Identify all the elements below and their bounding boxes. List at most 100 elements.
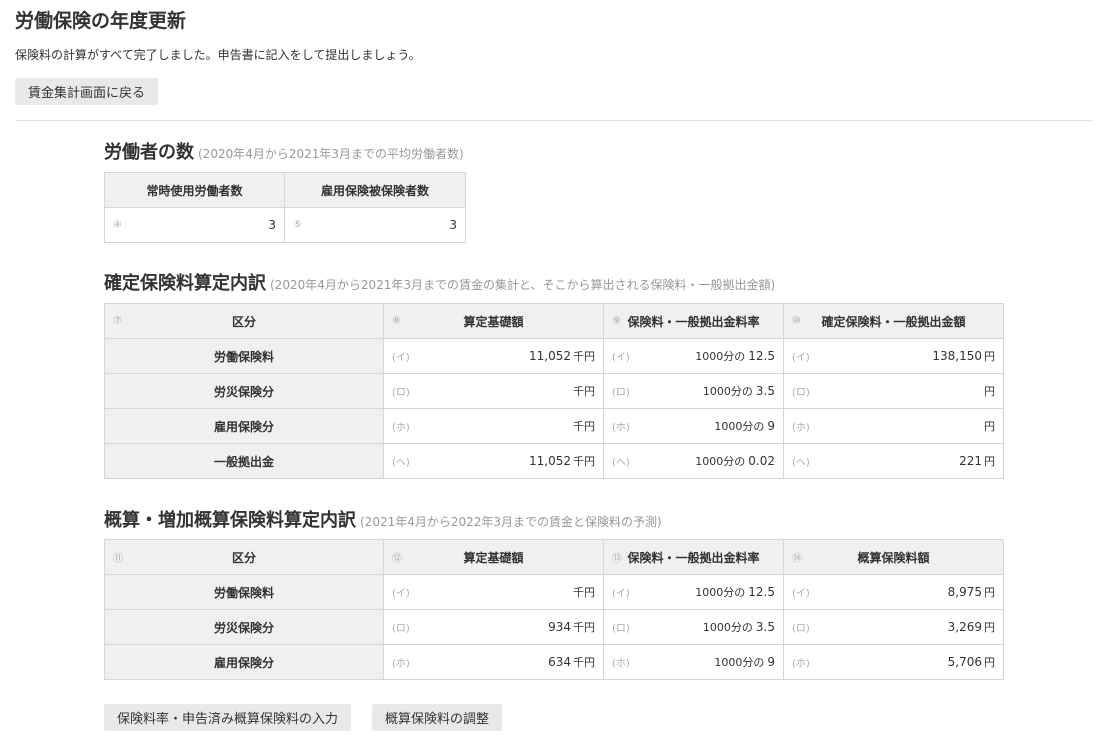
row-marker: (ホ): [792, 658, 810, 670]
category-cell: 労働保険料: [104, 338, 384, 374]
row-marker: (ホ): [392, 422, 410, 434]
premium-amount-value: 5,706 円: [948, 654, 995, 670]
header-label: 算定基礎額: [463, 550, 524, 565]
rate-header: ⑨ 保険料・一般拠出金料率: [603, 303, 784, 339]
base-amount-value: 11,052 千円: [529, 348, 595, 364]
premium-amount-unit: 円: [984, 656, 995, 669]
row-marker: (ロ): [792, 387, 810, 399]
marker: ⑬: [612, 553, 622, 565]
rate-prefix: 1000分の: [714, 656, 765, 669]
regular-workers-header: 常時使用労働者数: [104, 172, 285, 208]
header-label: 確定保険料・一般拠出金額: [821, 314, 966, 329]
rate-prefix: 1000分の: [695, 350, 746, 363]
workers-table: 常時使用労働者数 雇用保険被保険者数 ④3 ⑤3: [104, 172, 466, 243]
base-amount-value: 千円: [571, 584, 595, 600]
table-row: 一般拠出金 (ヘ) 11,052 千円 (ヘ) 1000分の 0.02 (ヘ) 221 円: [104, 443, 1004, 479]
row-marker: (ロ): [612, 623, 630, 635]
rate-cell: (ホ) 1000分の 9: [603, 644, 784, 680]
row-marker: (ロ): [392, 623, 410, 635]
rate-header: ⑬ 保険料・一般拠出金料率: [603, 539, 784, 575]
row-marker: (ロ): [792, 623, 810, 635]
category-cell: 労働保険料: [104, 574, 384, 610]
premium-amount-value: 138,150 円: [932, 348, 995, 364]
estimated-title: 概算・増加概算保険料算定内訳: [104, 510, 356, 531]
base-amount-cell: (イ) 11,052 千円: [383, 338, 604, 374]
row-marker: (ホ): [612, 422, 630, 434]
premium-amount-cell: (イ) 8,975 円: [783, 574, 1004, 610]
premium-amount-number: 138,150: [932, 349, 982, 363]
header-label: 概算保険料額: [857, 550, 930, 565]
rate-prefix: 1000分の: [695, 586, 746, 599]
base-amount-value: 千円: [571, 383, 595, 399]
workers-title: 労働者の数: [104, 142, 194, 163]
base-amount-unit: 千円: [573, 621, 595, 634]
premium-amount-cell: (ヘ) 221 円: [783, 443, 1004, 479]
premium-amount-unit: 円: [984, 350, 995, 363]
rate-cell: (ヘ) 1000分の 0.02: [603, 443, 784, 479]
table-row: 雇用保険分 (ホ) 634 千円 (ホ) 1000分の 9 (ホ) 5,706 円: [104, 644, 1004, 680]
base-amount-header: ⑧ 算定基礎額: [383, 303, 604, 339]
row-marker: (イ): [792, 588, 810, 600]
adjust-estimate-button[interactable]: 概算保険料の調整: [372, 704, 503, 731]
estimated-table: ⑪ 区分 ⑫ 算定基礎額 ⑬ 保険料・一般拠出金料率 ⑭ 概算保険料額 労働保険料 (イ)…: [104, 539, 1004, 680]
workers-section-title: 労働者の数 (2020年4月から2021年3月までの平均労働者数): [104, 138, 464, 164]
premium-amount-unit: 円: [984, 621, 995, 634]
base-amount-number: 11,052: [529, 454, 571, 468]
rate-value: 1000分の 0.02: [695, 453, 775, 469]
base-amount-number: 634: [548, 655, 571, 669]
lead-text: 保険料の計算がすべて完了しました。申告書に記入をして提出しましょう。: [15, 48, 421, 62]
premium-amount-value: 円: [982, 383, 995, 399]
row-marker: (イ): [612, 352, 630, 364]
category-header: ⑦ 区分: [104, 303, 384, 339]
base-amount-unit: 千円: [573, 350, 595, 363]
rate-value: 1000分の 9: [714, 418, 775, 434]
rate-number: 3.5: [755, 620, 775, 634]
rate-number: 0.02: [748, 454, 775, 468]
table-row: 雇用保険分 (ホ) 千円 (ホ) 1000分の 9 (ホ) 円: [104, 408, 1004, 444]
rate-prefix: 1000分の: [702, 621, 753, 634]
base-amount-value: 934 千円: [548, 619, 595, 635]
estimated-subtitle: (2021年4月から2022年3月までの賃金と保険料の予測): [360, 515, 662, 529]
base-amount-cell: (ヘ) 11,052 千円: [383, 443, 604, 479]
category-cell: 一般拠出金: [104, 443, 384, 479]
marker: ⑤: [293, 219, 302, 231]
base-amount-cell: (イ) 千円: [383, 574, 604, 610]
row-marker: (イ): [392, 588, 410, 600]
row-marker: (ヘ): [612, 457, 630, 469]
rate-cell: (ロ) 1000分の 3.5: [603, 373, 784, 409]
confirmed-subtitle: (2020年4月から2021年3月までの賃金の集計と、そこから算出される保険料・…: [270, 278, 776, 292]
rate-value: 1000分の 12.5: [695, 584, 775, 600]
table-header-row: 常時使用労働者数 雇用保険被保険者数: [104, 172, 466, 208]
regular-workers-cell: ④3: [104, 207, 285, 243]
back-to-wage-summary-button[interactable]: 賃金集計画面に戻る: [15, 78, 159, 105]
premium-amount-value: 8,975 円: [948, 584, 995, 600]
estimated-section-title: 概算・増加概算保険料算定内訳 (2021年4月から2022年3月までの賃金と保険料…: [104, 506, 662, 532]
row-marker: (ホ): [612, 658, 630, 670]
row-marker: (ロ): [612, 387, 630, 399]
marker: ⑫: [392, 553, 402, 565]
workers-subtitle: (2020年4月から2021年3月までの平均労働者数): [198, 147, 464, 161]
base-amount-unit: 千円: [573, 455, 595, 468]
base-amount-value: 千円: [571, 418, 595, 434]
category-cell: 雇用保険分: [104, 644, 384, 680]
base-amount-cell: (ホ) 634 千円: [383, 644, 604, 680]
row-marker: (ヘ): [792, 457, 810, 469]
table-row: 労災保険分 (ロ) 934 千円 (ロ) 1000分の 3.5 (ロ) 3,269 円: [104, 609, 1004, 645]
premium-amount-value: 221 円: [959, 453, 995, 469]
header-label: 区分: [231, 550, 256, 565]
rate-value: 1000分の 3.5: [703, 383, 775, 399]
rate-prefix: 1000分の: [695, 455, 746, 468]
marker: ⑪: [113, 553, 123, 565]
premium-amount-unit: 円: [984, 385, 995, 398]
base-amount-unit: 千円: [573, 420, 595, 433]
rate-input-button[interactable]: 保険料率・申告済み概算保険料の入力: [104, 704, 352, 731]
marker: ④: [113, 219, 122, 231]
table-row: ④3 ⑤3: [104, 207, 466, 243]
confirmed-table: ⑦ 区分 ⑧ 算定基礎額 ⑨ 保険料・一般拠出金料率 ⑩ 確定保険料・一般拠出金額 労働…: [104, 303, 1004, 479]
row-marker: (ホ): [392, 658, 410, 670]
rate-value: 1000分の 3.5: [703, 619, 775, 635]
header-label: 保険料・一般拠出金料率: [627, 550, 760, 565]
marker: ⑦: [113, 315, 122, 327]
base-amount-header: ⑫ 算定基礎額: [383, 539, 604, 575]
base-amount-value: 11,052 千円: [529, 453, 595, 469]
